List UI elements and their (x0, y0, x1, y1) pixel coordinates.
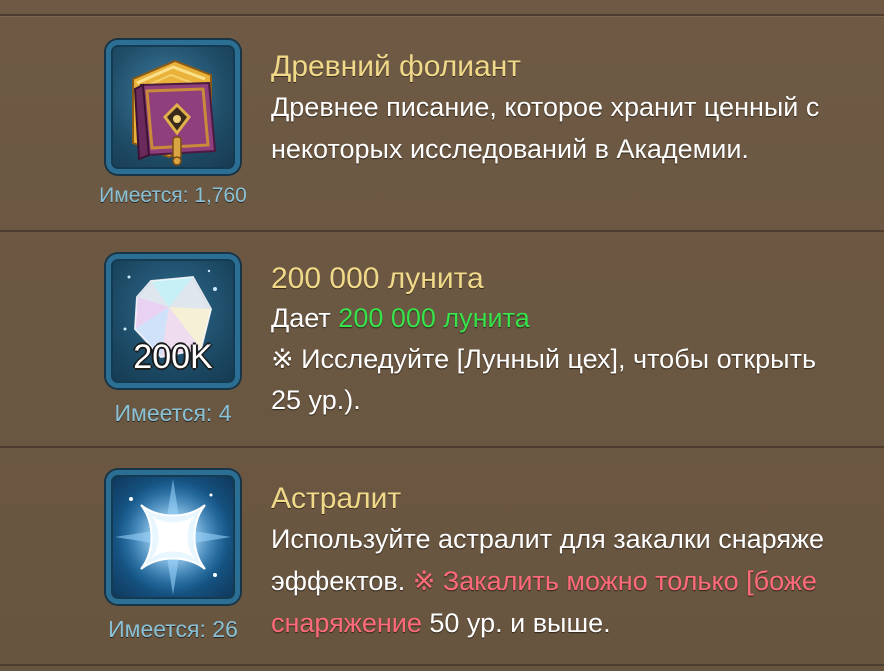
item-text: Астралит Используйте астралит для закалк… (271, 480, 884, 644)
item-title: Древний фолиант (271, 50, 522, 83)
item-description-line: ※ Исследуйте [Лунный цех], чтобы открыть (271, 344, 817, 374)
item-description-line: 25 ур.). (271, 385, 361, 415)
highlight-amount: 200 000 лунита (338, 303, 530, 333)
warning-text: ※ Закалить можно только [боже (412, 566, 817, 596)
description-text: Дает (271, 303, 339, 333)
list-item-astralite[interactable]: Имеется: 26 Астралит Используйте астрали… (0, 448, 884, 666)
item-title: 200 000 лунита (271, 262, 484, 295)
item-icon-frame[interactable]: 200K (106, 254, 240, 388)
item-icon-frame[interactable] (106, 40, 240, 174)
item-description-line: Используйте астралит для закалки снаряже (271, 524, 825, 554)
item-description-line: Дает 200 000 лунита (271, 298, 884, 339)
warning-text: снаряжение (271, 608, 422, 638)
list-item-lunite[interactable]: 200K Имеется: 4 200 000 лунита Дает 200 … (0, 232, 884, 448)
list-item-ancient-tome[interactable]: Имеется: 1,760 Древний фолиант Древнее п… (0, 16, 884, 232)
amount-badge: 200K (133, 338, 213, 376)
description-text: 50 ур. и выше. (421, 608, 611, 638)
item-title: Астралит (271, 482, 402, 515)
owned-count: Имеется: 26 (108, 616, 238, 642)
item-icon-frame[interactable] (106, 470, 240, 604)
item-description-line: эффектов. ※ Закалить можно только [боже (271, 560, 884, 602)
item-description-line: Древнее писание, которое хранит ценный с (271, 92, 820, 122)
description-text: эффектов. (271, 566, 413, 596)
divider (0, 664, 884, 666)
astralite-star-icon (115, 479, 231, 595)
ancient-tome-icon (132, 59, 217, 166)
owned-count: Имеется: 4 (114, 400, 232, 426)
item-description-line: снаряжение 50 ур. и выше. (271, 602, 884, 644)
item-text: Древний фолиант Древнее писание, которое… (271, 48, 884, 170)
item-text: 200 000 лунита Дает 200 000 лунита ※ Исс… (271, 260, 884, 421)
item-list: Имеется: 1,760 Древний фолиант Древнее п… (0, 0, 884, 671)
item-description-line: некоторых исследований в Академии. (271, 134, 749, 164)
owned-count: Имеется: 1,760 (99, 184, 247, 207)
